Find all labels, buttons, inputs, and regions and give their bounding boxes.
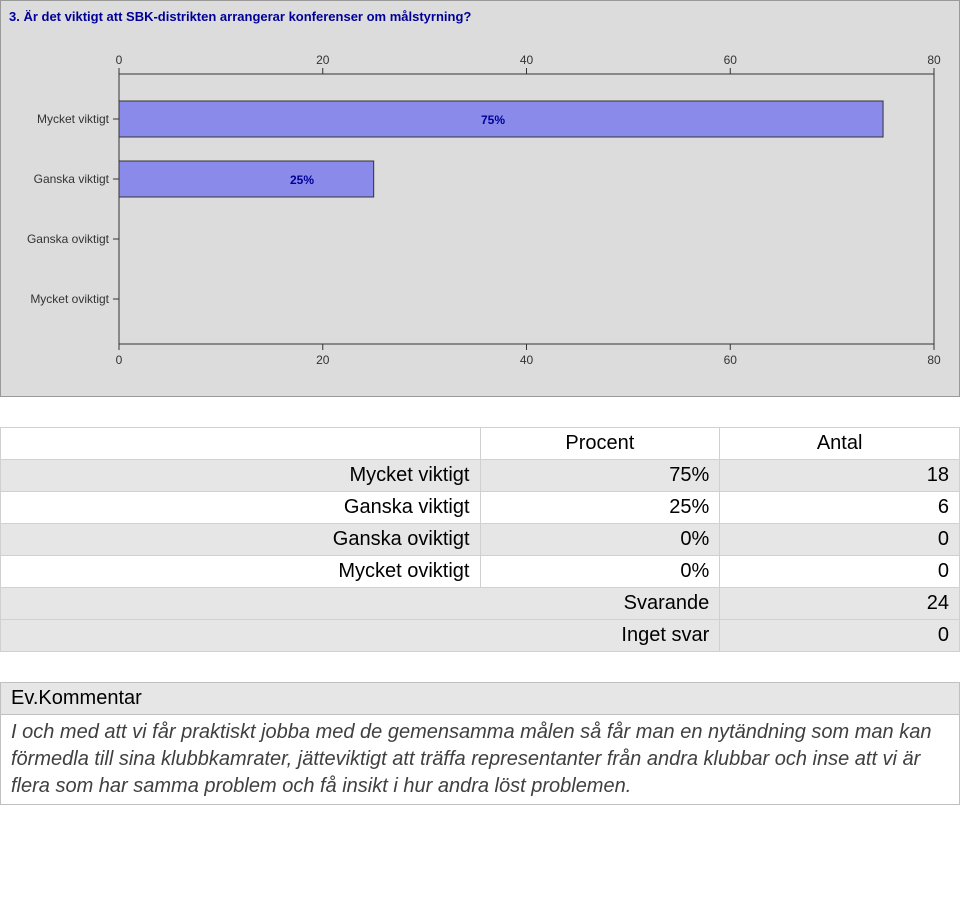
table-row: Ganska viktigt 25% 6	[1, 492, 960, 524]
svg-text:Ganska oviktigt: Ganska oviktigt	[27, 232, 110, 246]
x-axis-top: 0 20 40 60 80	[116, 53, 941, 74]
table-row: Mycket oviktigt 0% 0	[1, 556, 960, 588]
col-procent: Procent	[480, 428, 720, 460]
svg-text:20: 20	[316, 353, 330, 367]
svg-text:25%: 25%	[290, 173, 314, 187]
bars: 75% 25%	[119, 101, 883, 197]
x-axis-bottom: 0 20 40 60 80	[116, 344, 941, 367]
svg-text:0: 0	[116, 53, 123, 67]
svg-text:40: 40	[520, 53, 534, 67]
svg-text:40: 40	[520, 353, 534, 367]
results-table-wrap: Procent Antal Mycket viktigt 75% 18 Gans…	[0, 427, 960, 652]
y-axis: Mycket viktigt Ganska viktigt Ganska ovi…	[27, 112, 119, 306]
comment-body: I och med att vi får praktiskt jobba med…	[1, 715, 959, 804]
table-row-summary: Svarande 24	[1, 588, 960, 620]
svg-text:75%: 75%	[481, 113, 505, 127]
svg-text:Ganska viktigt: Ganska viktigt	[34, 172, 110, 186]
bar-ganska-viktigt	[119, 161, 374, 197]
svg-text:80: 80	[927, 53, 941, 67]
comment-heading: Ev.Kommentar	[1, 683, 959, 715]
table-row-summary: Inget svar 0	[1, 620, 960, 652]
svg-text:Mycket oviktigt: Mycket oviktigt	[30, 292, 109, 306]
svg-text:20: 20	[316, 53, 330, 67]
results-table: Procent Antal Mycket viktigt 75% 18 Gans…	[0, 427, 960, 652]
svg-text:60: 60	[724, 353, 738, 367]
table-row: Ganska oviktigt 0% 0	[1, 524, 960, 556]
svg-text:60: 60	[724, 53, 738, 67]
svg-text:80: 80	[927, 353, 941, 367]
table-row: Mycket viktigt 75% 18	[1, 460, 960, 492]
bar-chart: 0 20 40 60 80 0 20 40 60 80 Mycket vik	[9, 34, 949, 384]
chart-panel: 3. Är det viktigt att SBK-distrikten arr…	[0, 0, 960, 397]
col-antal: Antal	[720, 428, 960, 460]
chart-title: 3. Är det viktigt att SBK-distrikten arr…	[9, 9, 951, 24]
svg-text:Mycket viktigt: Mycket viktigt	[37, 112, 110, 126]
comment-box: Ev.Kommentar I och med att vi får prakti…	[0, 682, 960, 805]
svg-text:0: 0	[116, 353, 123, 367]
